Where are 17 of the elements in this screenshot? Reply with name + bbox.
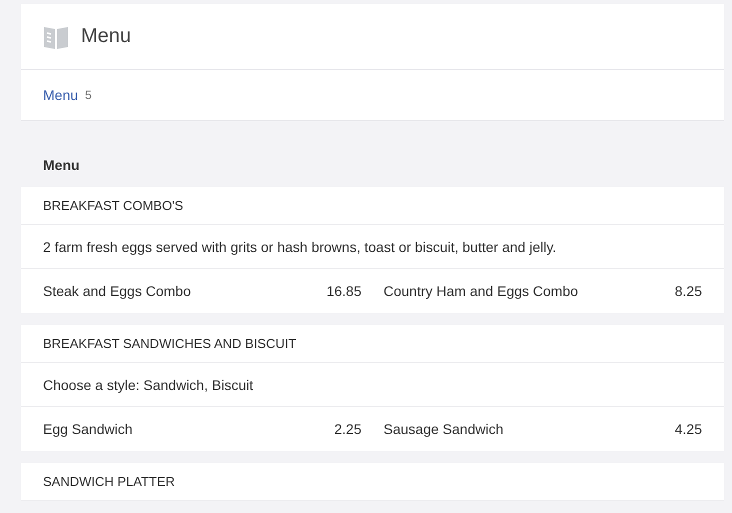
item-name: Country Ham and Eggs Combo — [384, 283, 578, 299]
section-description: 2 farm fresh eggs served with grits or hash browns, toast or biscuit, butter and jelly. — [43, 238, 556, 254]
page-title: Menu — [81, 25, 132, 48]
item-price: 2.25 — [334, 421, 362, 437]
item-price: 8.25 — [674, 283, 702, 299]
section-description: Choose a style: Sandwich, Biscuit — [43, 376, 254, 392]
item-name: Steak and Eggs Combo — [43, 283, 191, 299]
item-name: Sausage Sandwich — [384, 421, 504, 437]
tab-count: 5 — [85, 88, 92, 102]
item-price: 16.85 — [326, 283, 362, 299]
section-heading: BREAKFAST COMBO'S — [43, 198, 184, 213]
menu-tab[interactable]: Menu — [43, 87, 78, 103]
section-heading: BREAKFAST SANDWICHES AND BISCUIT — [43, 336, 296, 351]
section-heading: SANDWICH PLATTER — [43, 474, 175, 489]
item-price: 4.25 — [674, 421, 702, 437]
menu-heading: Menu — [43, 157, 80, 173]
item-name: Egg Sandwich — [43, 421, 133, 437]
